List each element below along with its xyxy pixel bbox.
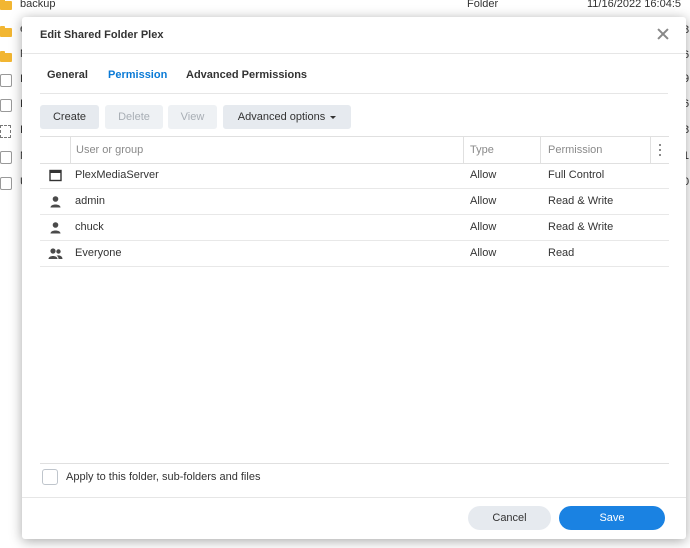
permission-level: Read & Write: [548, 221, 614, 233]
column-menu-icon[interactable]: [659, 144, 662, 156]
divider: [22, 53, 686, 54]
divider: [22, 497, 686, 498]
application-window-icon: [49, 169, 62, 182]
column-divider: [463, 137, 464, 163]
file-name: backup: [20, 0, 56, 10]
user-or-group-name: Everyone: [75, 247, 122, 259]
file-modified-date: 11/16/2022 16:04:5: [587, 0, 681, 10]
file-icon: [0, 151, 12, 164]
file-type: Folder: [467, 0, 499, 10]
user-icon: [49, 221, 62, 234]
folder-icon: [0, 26, 12, 37]
column-divider: [70, 137, 71, 163]
file-icon: [0, 99, 12, 112]
view-button[interactable]: View: [168, 105, 217, 129]
tab-general[interactable]: General: [47, 69, 88, 81]
permission-level: Read: [548, 247, 575, 259]
table-header: User or group Type Permission: [40, 137, 669, 164]
folder-icon: [0, 0, 12, 10]
dotted-file-icon: [0, 125, 11, 138]
divider: [40, 93, 668, 94]
tab-permission[interactable]: Permission: [108, 69, 167, 81]
user-or-group-name: PlexMediaServer: [75, 169, 159, 181]
permission-level: Full Control: [548, 169, 605, 181]
permission-type: Allow: [470, 195, 497, 207]
apply-to-subfolders-checkbox[interactable]: [42, 469, 58, 485]
column-header-user-or-group[interactable]: User or group: [76, 137, 143, 163]
delete-button[interactable]: Delete: [105, 105, 163, 129]
apply-to-subfolders-label[interactable]: Apply to this folder, sub-folders and fi…: [66, 469, 260, 485]
caret-down-icon: [330, 115, 337, 119]
group-icon: [48, 247, 63, 260]
close-icon[interactable]: [656, 27, 670, 41]
column-divider: [650, 137, 651, 163]
column-divider: [540, 137, 541, 163]
table-row[interactable]: Everyone Allow Read: [40, 241, 669, 267]
file-icon: [0, 74, 12, 87]
permission-type: Allow: [470, 247, 497, 259]
permission-table: User or group Type Permission PlexMediaS…: [40, 136, 669, 464]
permission-level: Read & Write: [548, 195, 614, 207]
user-icon: [49, 195, 62, 208]
tab-advanced-permissions[interactable]: Advanced Permissions: [186, 69, 307, 81]
advanced-options-label: Advanced options: [237, 111, 326, 123]
column-header-type[interactable]: Type: [470, 137, 494, 163]
user-or-group-name: chuck: [75, 221, 104, 233]
advanced-options-button[interactable]: Advanced options: [223, 105, 351, 129]
edit-shared-folder-dialog: Edit Shared Folder Plex General Permissi…: [22, 17, 686, 539]
table-row[interactable]: PlexMediaServer Allow Full Control: [40, 163, 669, 189]
folder-icon: [0, 51, 12, 62]
dialog-title: Edit Shared Folder Plex: [40, 29, 164, 41]
create-button[interactable]: Create: [40, 105, 99, 129]
cancel-button[interactable]: Cancel: [468, 506, 551, 530]
permission-type: Allow: [470, 221, 497, 233]
file-icon: [0, 177, 12, 190]
table-row[interactable]: admin Allow Read & Write: [40, 189, 669, 215]
user-or-group-name: admin: [75, 195, 105, 207]
save-button[interactable]: Save: [559, 506, 665, 530]
permission-type: Allow: [470, 169, 497, 181]
table-row[interactable]: chuck Allow Read & Write: [40, 215, 669, 241]
column-header-permission[interactable]: Permission: [548, 137, 602, 163]
